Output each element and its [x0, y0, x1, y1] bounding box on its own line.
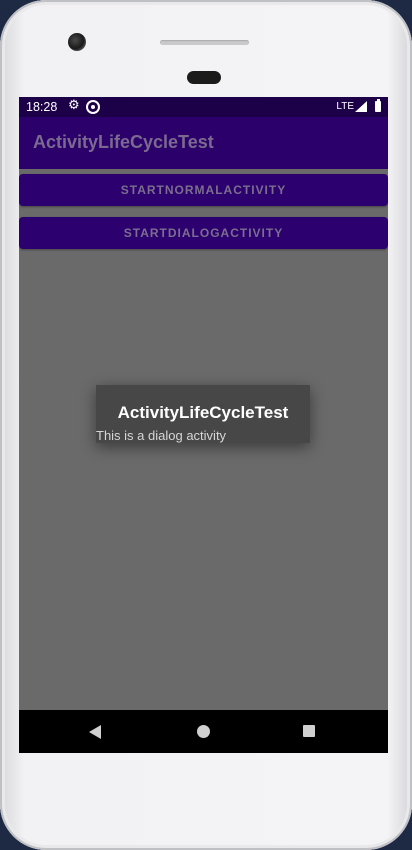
- device-screen: 18:28 ⚙ LTE ActivityLifeCycleTest STARTN…: [19, 97, 388, 753]
- status-time: 18:28: [26, 100, 58, 114]
- phone-frame: 18:28 ⚙ LTE ActivityLifeCycleTest STARTN…: [0, 0, 412, 850]
- battery-icon: [375, 99, 381, 112]
- dialog-message: This is a dialog activity: [96, 428, 227, 443]
- dialog-window: ActivityLifeCycleTest This is a dialog a…: [96, 385, 310, 443]
- app-toolbar: ActivityLifeCycleTest: [19, 117, 388, 169]
- back-icon[interactable]: [89, 725, 101, 739]
- signal-icon: [355, 101, 367, 112]
- network-type: LTE: [336, 101, 354, 112]
- navigation-bar: [19, 710, 388, 753]
- start-dialog-activity-button[interactable]: STARTDIALOGACTIVITY: [19, 217, 388, 249]
- app-title: ActivityLifeCycleTest: [33, 132, 214, 152]
- recents-icon[interactable]: [303, 725, 315, 737]
- gear-icon: ⚙: [68, 98, 80, 113]
- speaker-grille: [160, 40, 249, 45]
- sync-icon: [86, 100, 100, 114]
- earpiece: [187, 71, 221, 84]
- start-normal-activity-button[interactable]: STARTNORMALACTIVITY: [19, 174, 388, 206]
- home-icon[interactable]: [197, 725, 210, 738]
- status-bar: 18:28 ⚙ LTE: [19, 97, 388, 117]
- front-camera: [68, 33, 86, 51]
- dialog-title: ActivityLifeCycleTest: [117, 403, 289, 422]
